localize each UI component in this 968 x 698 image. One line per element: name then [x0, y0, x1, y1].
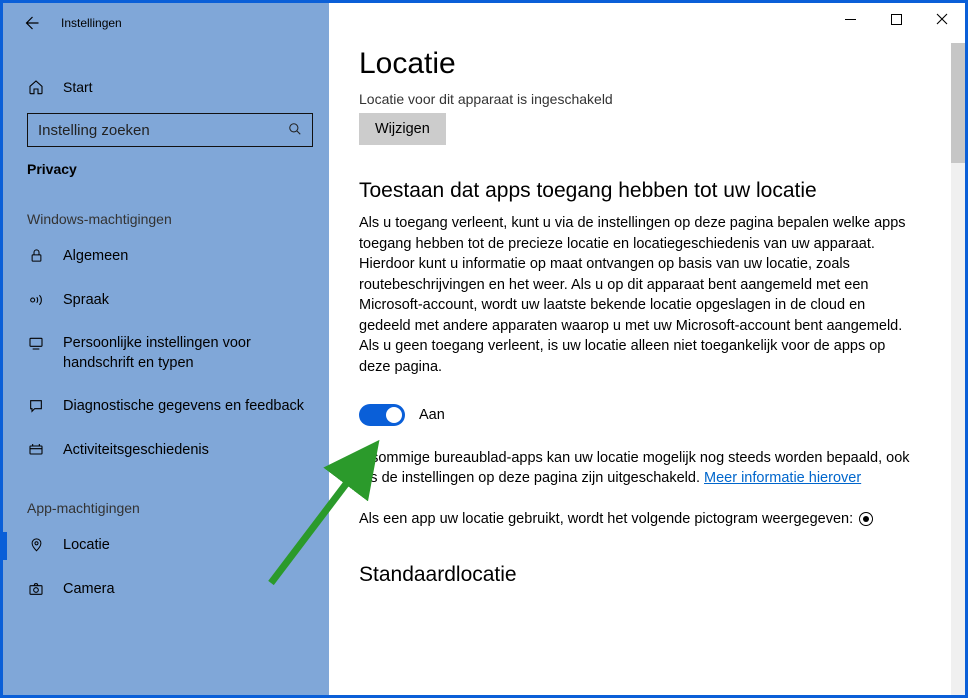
- sidebar: Instellingen Start Privacy Windows-macht…: [3, 3, 329, 695]
- camera-icon: [27, 581, 45, 597]
- app-title: Instellingen: [61, 16, 122, 30]
- category-label: Privacy: [3, 147, 329, 183]
- device-location-status: Locatie voor dit apparaat is ingeschakel…: [359, 91, 925, 107]
- sidebar-item-label: Locatie: [63, 536, 110, 556]
- main-pane: Locatie Locatie voor dit apparaat is ing…: [329, 3, 965, 695]
- close-button[interactable]: [919, 3, 965, 35]
- sidebar-item-diagnostics[interactable]: Diagnostische gegevens en feedback: [3, 385, 329, 429]
- minimize-button[interactable]: [827, 3, 873, 35]
- default-location-heading: Standaardlocatie: [359, 563, 925, 587]
- search-box[interactable]: [27, 113, 313, 147]
- home-label: Start: [63, 79, 93, 95]
- search-icon: [288, 122, 302, 139]
- speech-icon: [27, 292, 45, 308]
- sidebar-item-general[interactable]: Algemeen: [3, 235, 329, 279]
- sidebar-item-activity[interactable]: Activiteitsgeschiedenis: [3, 429, 329, 473]
- search-container: [3, 103, 329, 147]
- sidebar-item-label: Activiteitsgeschiedenis: [63, 441, 209, 461]
- location-icon: [27, 537, 45, 552]
- sidebar-item-label: Camera: [63, 580, 115, 600]
- sidebar-item-location[interactable]: Locatie: [3, 524, 329, 568]
- sidebar-item-camera[interactable]: Camera: [3, 568, 329, 612]
- lock-icon: [27, 248, 45, 263]
- sidebar-item-label: Algemeen: [63, 247, 128, 267]
- sidebar-item-speech[interactable]: Spraak: [3, 279, 329, 323]
- back-button[interactable]: [19, 11, 43, 35]
- sidebar-item-label: Diagnostische gegevens en feedback: [63, 397, 304, 417]
- sidebar-item-label: Persoonlijke instellingen voor handschri…: [63, 334, 315, 373]
- location-toggle[interactable]: [359, 404, 405, 426]
- allow-apps-heading: Toestaan dat apps toegang hebben tot uw …: [359, 179, 925, 203]
- sidebar-item-inking[interactable]: Persoonlijke instellingen voor handschri…: [3, 322, 329, 385]
- more-info-link[interactable]: Meer informatie hierover: [704, 470, 861, 486]
- titlebar-left: Instellingen: [3, 3, 329, 43]
- titlebar-right: [329, 3, 965, 43]
- scrollbar-thumb[interactable]: [951, 43, 965, 163]
- activity-icon: [27, 442, 45, 458]
- location-toggle-row: Aan: [359, 404, 925, 426]
- allow-apps-description: Als u toegang verleent, kunt u via de in…: [359, 213, 919, 378]
- sidebar-item-label: Spraak: [63, 291, 109, 311]
- settings-window: Instellingen Start Privacy Windows-macht…: [0, 0, 968, 698]
- section-header-app-permissions: App-machtigingen: [3, 472, 329, 524]
- inking-icon: [27, 335, 45, 351]
- location-toggle-label: Aan: [419, 407, 445, 423]
- indicator-note: Als een app uw locatie gebruikt, wordt h…: [359, 509, 919, 530]
- change-button[interactable]: Wijzigen: [359, 113, 446, 145]
- feedback-icon: [27, 398, 45, 414]
- search-input[interactable]: [38, 122, 278, 139]
- desktop-apps-note: n sommige bureaublad-apps kan uw locatie…: [359, 448, 919, 489]
- location-indicator-icon: [859, 512, 873, 526]
- page-title: Locatie: [359, 47, 925, 81]
- content-area: Locatie Locatie voor dit apparaat is ing…: [329, 43, 965, 587]
- maximize-button[interactable]: [873, 3, 919, 35]
- section-header-windows-permissions: Windows-machtigingen: [3, 183, 329, 235]
- home-button[interactable]: Start: [3, 71, 329, 103]
- home-icon: [27, 79, 45, 95]
